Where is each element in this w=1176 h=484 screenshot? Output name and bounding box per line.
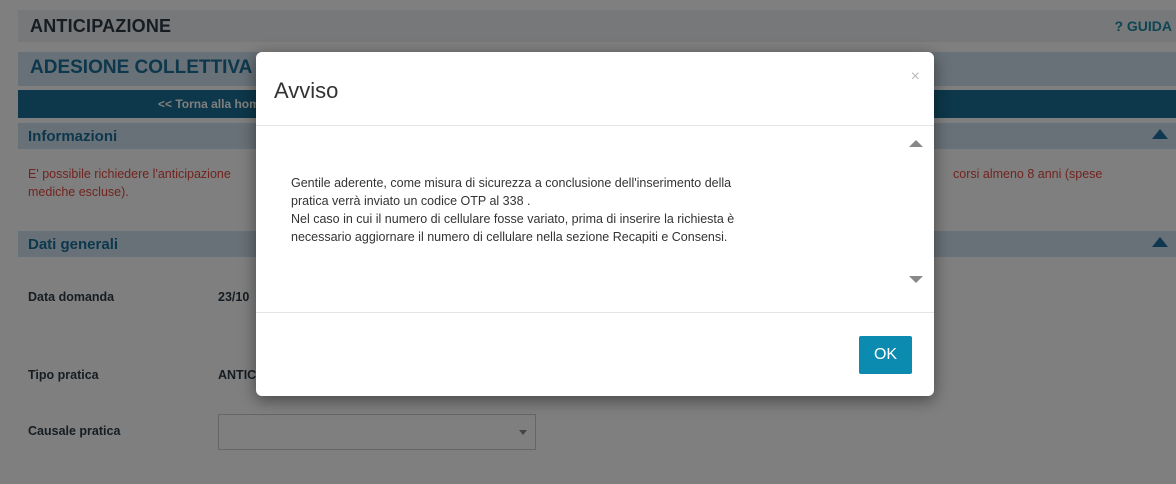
dialog-title: Avviso xyxy=(274,78,339,103)
dialog-body: Gentile aderente, come misura di sicurez… xyxy=(256,126,934,313)
dialog-header: Avviso × xyxy=(256,52,934,126)
dialog-message: Gentile aderente, come misura di sicurez… xyxy=(291,176,735,244)
notice-dialog: Avviso × Gentile aderente, come misura d… xyxy=(256,52,934,396)
ok-button[interactable]: OK xyxy=(859,336,912,374)
close-icon[interactable]: × xyxy=(911,68,920,86)
scroll-up-icon[interactable] xyxy=(909,140,923,147)
scroll-down-icon[interactable] xyxy=(909,276,923,283)
